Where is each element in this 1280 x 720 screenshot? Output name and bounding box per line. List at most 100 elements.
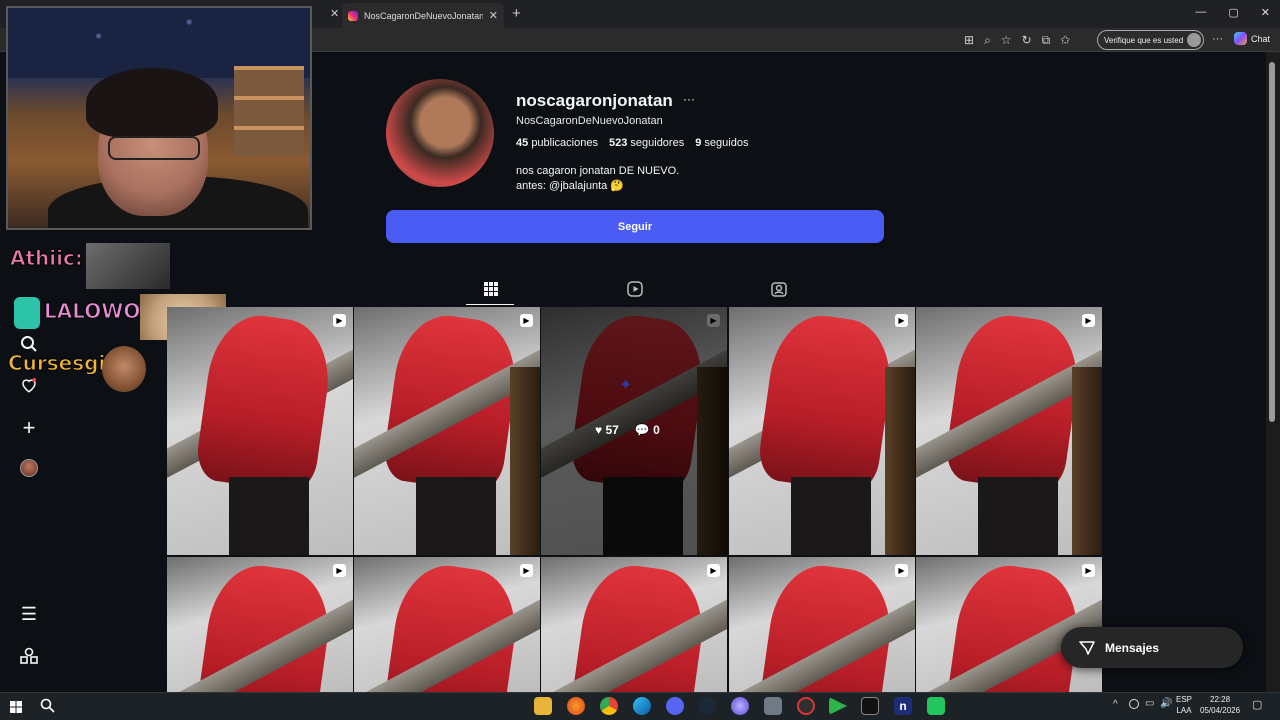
reel-icon: ▶ — [707, 564, 720, 577]
extensions-icon[interactable]: ⧉ — [1042, 33, 1051, 48]
profile-picture[interactable] — [386, 79, 494, 187]
direct-message-icon — [1079, 640, 1095, 655]
verify-identity-button[interactable]: Verifique que es usted — [1097, 30, 1204, 50]
profile-options-icon[interactable]: ··· — [683, 92, 695, 106]
following-stat[interactable]: 9 seguidos — [695, 137, 748, 149]
profile-avatar-icon — [1187, 33, 1202, 47]
taskbar-search-icon[interactable] — [40, 698, 55, 718]
favorite-star-icon[interactable]: ☆ — [1001, 33, 1012, 48]
steam-icon[interactable] — [698, 697, 716, 715]
terminal-icon[interactable] — [861, 697, 879, 715]
reel-icon: ▶ — [1082, 314, 1095, 327]
post-thumbnail[interactable]: ▶ — [354, 307, 540, 555]
zoom-icon[interactable]: ⌕ — [984, 33, 991, 48]
reel-icon: ▶ — [333, 564, 346, 577]
reel-icon: ▶ — [1082, 564, 1095, 577]
messages-button[interactable]: Mensajes — [1061, 627, 1243, 668]
refresh-icon[interactable]: ↻ — [1022, 33, 1032, 48]
browser-menu-icon[interactable]: ··· — [1212, 33, 1223, 45]
profile-username: noscagaronjonatan — [516, 91, 673, 110]
chat-image-1 — [86, 243, 170, 289]
chat-face-image — [102, 346, 146, 392]
post-thumbnail[interactable]: ▶ — [167, 307, 353, 555]
post-thumbnail[interactable]: ▶ — [916, 557, 1102, 692]
prev-tab-close-icon[interactable]: ✕ — [330, 7, 339, 20]
chat-line-1: Athiic: — [10, 246, 84, 271]
chat-username: Cursesgi: — [7, 351, 114, 376]
volume-icon[interactable]: 🔊 — [1160, 698, 1172, 709]
reel-icon: ▶ — [895, 314, 908, 327]
chat-username: Athiic: — [10, 246, 84, 271]
chat-badge-icon — [14, 297, 40, 329]
input-language[interactable]: ESP LAA — [1176, 694, 1192, 716]
comments-count: 💬 0 — [634, 423, 660, 437]
post-thumbnail-hovered[interactable]: ▶ ♥ 57 💬 0 ✦ — [541, 307, 727, 555]
post-thumbnail[interactable]: ▶ — [729, 307, 915, 555]
post-thumbnail[interactable]: ▶ — [729, 557, 915, 692]
messages-label: Mensajes — [1105, 640, 1160, 655]
network-icon[interactable]: ▭ — [1145, 698, 1154, 709]
more-menu-icon[interactable]: ☰ — [19, 604, 39, 625]
scrollbar-thumb[interactable] — [1269, 62, 1275, 422]
browser-tab-active[interactable]: NosCagaronDeNuevoJonatan (@n ✕ — [342, 3, 504, 28]
app-available-icon[interactable]: ⊞ — [964, 33, 974, 48]
mouse-cursor-icon: ✦ — [619, 377, 633, 394]
post-thumbnail[interactable]: ▶ — [167, 557, 353, 692]
post-thumbnail[interactable]: ▶ — [354, 557, 540, 692]
favorites-icon[interactable]: ✩ — [1060, 33, 1070, 48]
notifications-icon[interactable]: ▢ — [1252, 698, 1262, 711]
profile-stats: 45 publicaciones 523 seguidores 9 seguid… — [516, 137, 748, 149]
post-hover-stats: ♥ 57 💬 0 — [595, 423, 660, 437]
followers-stat[interactable]: 523 seguidores — [609, 137, 684, 149]
file-explorer-icon[interactable] — [534, 697, 552, 715]
chat-username: LALOWO: — [43, 299, 149, 324]
active-tab-indicator — [466, 304, 514, 305]
chrome-icon[interactable] — [600, 697, 618, 715]
copilot-chat-button[interactable]: Chat — [1234, 32, 1270, 45]
tab-reels-icon[interactable] — [623, 281, 647, 302]
posts-stat: 45 publicaciones — [516, 137, 598, 149]
windows-start-icon[interactable] — [10, 700, 22, 718]
tab-tagged-icon[interactable] — [767, 281, 791, 302]
post-thumbnail[interactable]: ▶ — [916, 307, 1102, 555]
create-plus-icon[interactable]: + — [19, 415, 39, 441]
obs-icon[interactable] — [797, 697, 815, 715]
window-controls: — ▢ ✕ — [1195, 6, 1270, 19]
profile-avatar[interactable] — [20, 459, 38, 477]
bio-line-2[interactable]: antes: @jbalajunta 🤔 — [516, 179, 624, 192]
tab-posts-grid-icon[interactable] — [479, 281, 503, 301]
reel-icon: ▶ — [520, 564, 533, 577]
kick-icon[interactable] — [927, 697, 945, 715]
instagram-favicon-icon — [348, 10, 358, 21]
chat-line-3: Cursesgi: — [7, 351, 114, 376]
streamer-webcam-overlay — [6, 6, 312, 230]
chat-line-2: LALOWO: — [43, 299, 149, 324]
tab-close-icon[interactable]: ✕ — [489, 9, 498, 22]
copilot-icon — [1234, 32, 1247, 45]
chat-label: Chat — [1251, 33, 1271, 44]
tray-overflow-icon[interactable]: ^ — [1113, 699, 1118, 710]
calculator-icon[interactable] — [764, 697, 782, 715]
close-window-button[interactable]: ✕ — [1261, 6, 1270, 19]
tray-app-icon[interactable] — [1129, 699, 1139, 709]
firefox-icon[interactable] — [567, 697, 585, 715]
also-from-meta-icon[interactable] — [20, 647, 38, 670]
notion-like-icon[interactable]: n — [894, 697, 912, 715]
app-icon[interactable] — [731, 697, 749, 715]
profile-full-name: NosCagaronDeNuevoJonatan — [516, 115, 663, 127]
reel-icon: ▶ — [520, 314, 533, 327]
new-tab-button[interactable]: + — [512, 5, 521, 22]
post-thumbnail[interactable]: ▶ — [541, 557, 727, 692]
follow-button[interactable]: Seguir — [386, 210, 884, 243]
reel-icon: ▶ — [333, 314, 346, 327]
reel-icon: ▶ — [895, 564, 908, 577]
reel-icon: ▶ — [707, 314, 720, 327]
likes-count: ♥ 57 — [595, 423, 619, 437]
edge-icon[interactable] — [633, 697, 651, 715]
system-clock[interactable]: 22:28 05/04/2026 — [1200, 694, 1240, 716]
minimize-button[interactable]: — — [1195, 6, 1206, 19]
discord-icon[interactable] — [666, 697, 684, 715]
bio-line-1: nos cagaron jonatan DE NUEVO. — [516, 165, 680, 177]
maximize-button[interactable]: ▢ — [1228, 6, 1238, 19]
notifications-heart-icon[interactable] — [20, 376, 38, 399]
